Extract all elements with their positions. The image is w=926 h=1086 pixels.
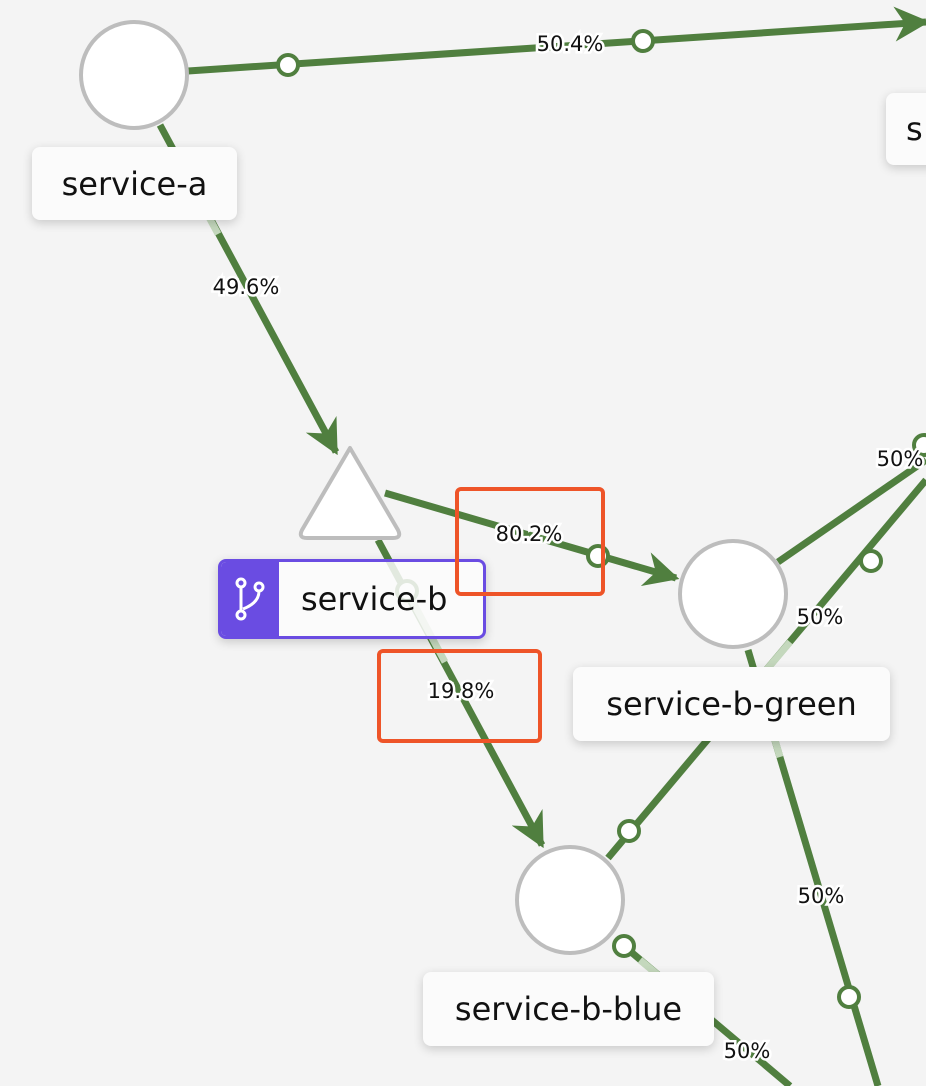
edge-label: 50.4%	[537, 32, 604, 56]
label-service-b[interactable]: service-b	[218, 559, 486, 639]
edge-label: 50%	[877, 447, 924, 471]
label-service-a[interactable]: service-a	[32, 147, 237, 220]
label-service-b-green[interactable]: service-b-green	[573, 667, 890, 741]
label-service-b-text: service-b	[301, 580, 448, 618]
node-service-b[interactable]	[298, 446, 402, 540]
edge-label: 49.6%	[213, 275, 280, 299]
node-service-b-blue[interactable]	[515, 845, 625, 955]
edge-label: 50%	[797, 605, 844, 629]
node-service-a[interactable]	[79, 20, 189, 130]
branch-icon	[221, 562, 279, 636]
node-service-b-green[interactable]	[678, 539, 788, 649]
highlight-box-80	[455, 487, 605, 596]
edge-label: 50%	[724, 1039, 771, 1063]
highlight-box-19	[377, 649, 542, 743]
edge-label: 50%	[798, 884, 845, 908]
label-partial-node[interactable]: s	[886, 93, 926, 165]
label-service-b-blue[interactable]: service-b-blue	[423, 972, 714, 1046]
